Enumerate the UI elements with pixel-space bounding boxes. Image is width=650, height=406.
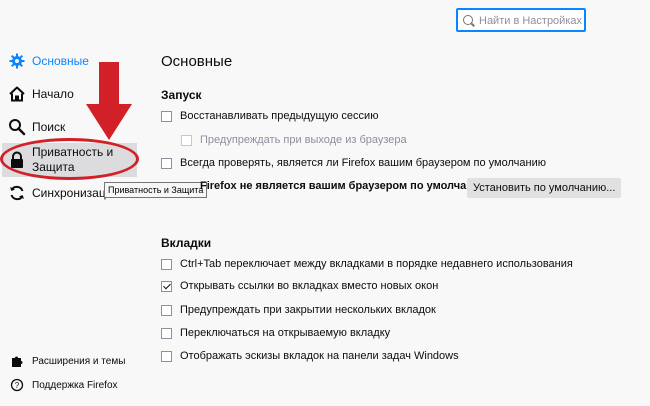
taskbar-previews-checkbox[interactable] [161,350,172,362]
switch-to-new-tab-checkbox[interactable] [161,327,172,339]
sidebar-item-label: Начало [32,87,74,101]
sidebar-item-support[interactable]: ? Поддержка Firefox [10,378,118,392]
search-input[interactable] [477,12,585,30]
puzzle-icon [10,354,24,368]
open-links-in-tabs-option[interactable]: Открывать ссылки во вкладках вместо новы… [161,280,438,292]
preferences-page: Основные Начало Поиск Приватность и Защи… [0,0,650,406]
search-icon [463,15,473,25]
warn-close-tabs-option[interactable]: Предупреждать при закрытии нескольких вк… [161,304,436,316]
option-label: Предупреждать при закрытии нескольких вк… [180,304,436,316]
restore-session-checkbox[interactable] [161,110,172,122]
option-label: Переключаться на открываемую вкладку [180,327,391,339]
annotation-ellipse [0,138,139,180]
switch-to-new-tab-option[interactable]: Переключаться на открываемую вкладку [161,327,390,339]
sidebar-item-label: Поддержка Firefox [32,379,118,391]
ctrl-tab-checkbox[interactable] [161,258,172,270]
restore-session-option[interactable]: Восстанавливать предыдущую сессию [161,110,378,122]
sidebar-item-home[interactable]: Начало [8,82,74,106]
search-box[interactable] [456,8,586,32]
page-title: Основные [161,53,233,70]
sidebar-item-search[interactable]: Поиск [8,115,65,139]
option-label: Открывать ссылки во вкладках вместо новы… [180,280,439,292]
always-check-default-option[interactable]: Всегда проверять, является ли Firefox ва… [161,157,546,169]
warn-on-quit-option[interactable]: Предупреждать при выходе из браузера [181,134,407,146]
option-label: Отображать эскизы вкладок на панели зада… [180,350,459,362]
sidebar-item-label: Расширения и темы [32,355,126,367]
option-label: Предупреждать при выходе из браузера [200,134,407,146]
option-label: Всегда проверять, является ли Firefox ва… [180,157,546,169]
warn-close-tabs-checkbox[interactable] [161,304,172,316]
open-links-in-tabs-checkbox[interactable] [161,280,172,292]
always-check-default-checkbox[interactable] [161,157,172,169]
help-icon: ? [10,378,24,392]
ctrl-tab-option[interactable]: Ctrl+Tab переключает между вкладками в п… [161,258,573,270]
annotation-arrow [84,62,134,142]
startup-heading: Запуск [161,88,202,102]
search-icon [8,118,26,136]
tabs-heading: Вкладки [161,236,212,250]
sidebar-item-general[interactable]: Основные [8,49,89,73]
set-default-button[interactable]: Установить по умолчанию... [467,178,622,198]
warn-on-quit-checkbox[interactable] [181,134,192,146]
option-label: Ctrl+Tab переключает между вкладками в п… [180,258,573,270]
default-browser-status: Firefox не является вашим браузером по у… [200,180,490,192]
option-label: Восстанавливать предыдущую сессию [180,110,379,122]
svg-text:?: ? [15,381,20,390]
sync-icon [8,184,26,202]
taskbar-previews-option[interactable]: Отображать эскизы вкладок на панели зада… [161,350,459,362]
gear-icon [8,52,26,70]
sidebar-item-addons[interactable]: Расширения и темы [10,354,125,368]
tooltip: Приватность и Защита [104,182,208,198]
home-icon [8,85,26,103]
sidebar-item-label: Основные [32,54,89,68]
sidebar-item-sync[interactable]: Синхронизация [8,181,119,205]
sidebar-item-label: Поиск [32,120,66,134]
